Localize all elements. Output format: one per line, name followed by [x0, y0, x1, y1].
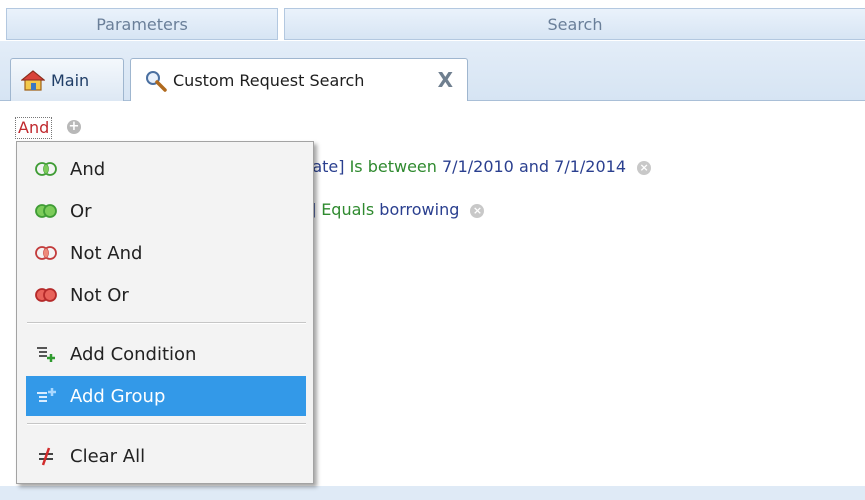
condition-value[interactable]: borrowing — [379, 200, 459, 219]
menu-item-or[interactable]: Or — [26, 191, 306, 231]
menu-item-label: Add Group — [70, 385, 166, 407]
remove-condition-icon[interactable]: × — [470, 203, 485, 218]
menu-item-and[interactable]: And — [26, 149, 306, 189]
search-icon — [145, 70, 167, 92]
not-or-circles-icon — [30, 288, 62, 302]
add-condition-icon — [30, 344, 62, 364]
tab-main[interactable]: Main — [10, 58, 124, 101]
menu-item-label: Or — [70, 200, 92, 222]
add-group-icon — [30, 386, 62, 406]
bottom-bar — [0, 486, 865, 500]
menu-item-not-and[interactable]: Not And — [26, 233, 306, 273]
condition-operator[interactable]: Is between — [350, 157, 437, 176]
not-and-circles-icon — [30, 246, 62, 260]
condition-row: Date] Is between 7/1/2010 and 7/1/2014 × — [300, 157, 652, 176]
menu-item-not-or[interactable]: Not Or — [26, 275, 306, 315]
tab-custom-request-search[interactable]: Custom Request Search X — [130, 58, 468, 102]
close-tab-icon[interactable]: X — [438, 68, 453, 92]
remove-condition-icon[interactable]: × — [637, 160, 652, 175]
menu-item-label: Clear All — [70, 445, 146, 467]
menu-item-label: Not And — [70, 242, 143, 264]
tab-custom-label: Custom Request Search — [173, 71, 365, 90]
menu-item-add-group[interactable]: Add Group — [26, 376, 306, 416]
condition-value[interactable]: 7/1/2010 and 7/1/2014 — [442, 157, 626, 176]
menu-item-add-condition[interactable]: Add Condition — [26, 334, 306, 374]
add-circle-icon[interactable]: + — [67, 120, 81, 134]
and-circles-icon — [30, 162, 62, 176]
operator-context-menu: And Or Not And Not Or Add Condition Add … — [16, 141, 314, 484]
home-icon — [21, 69, 45, 91]
top-header: Parameters Search — [0, 0, 865, 41]
or-circles-icon — [30, 204, 62, 218]
tab-main-label: Main — [51, 70, 90, 90]
parameters-button[interactable]: Parameters — [6, 8, 278, 40]
condition-operator[interactable]: Equals — [321, 200, 374, 219]
menu-separator — [27, 322, 306, 324]
menu-item-clear-all[interactable]: Clear All — [26, 436, 306, 476]
clear-all-icon — [30, 446, 62, 466]
menu-separator — [27, 423, 306, 425]
menu-item-label: And — [70, 158, 106, 180]
root-operator-link[interactable]: And — [15, 117, 53, 139]
menu-item-label: Not Or — [70, 284, 129, 306]
condition-row: e] Equals borrowing × — [300, 200, 485, 219]
search-button[interactable]: Search — [284, 8, 865, 40]
menu-item-label: Add Condition — [70, 343, 197, 365]
